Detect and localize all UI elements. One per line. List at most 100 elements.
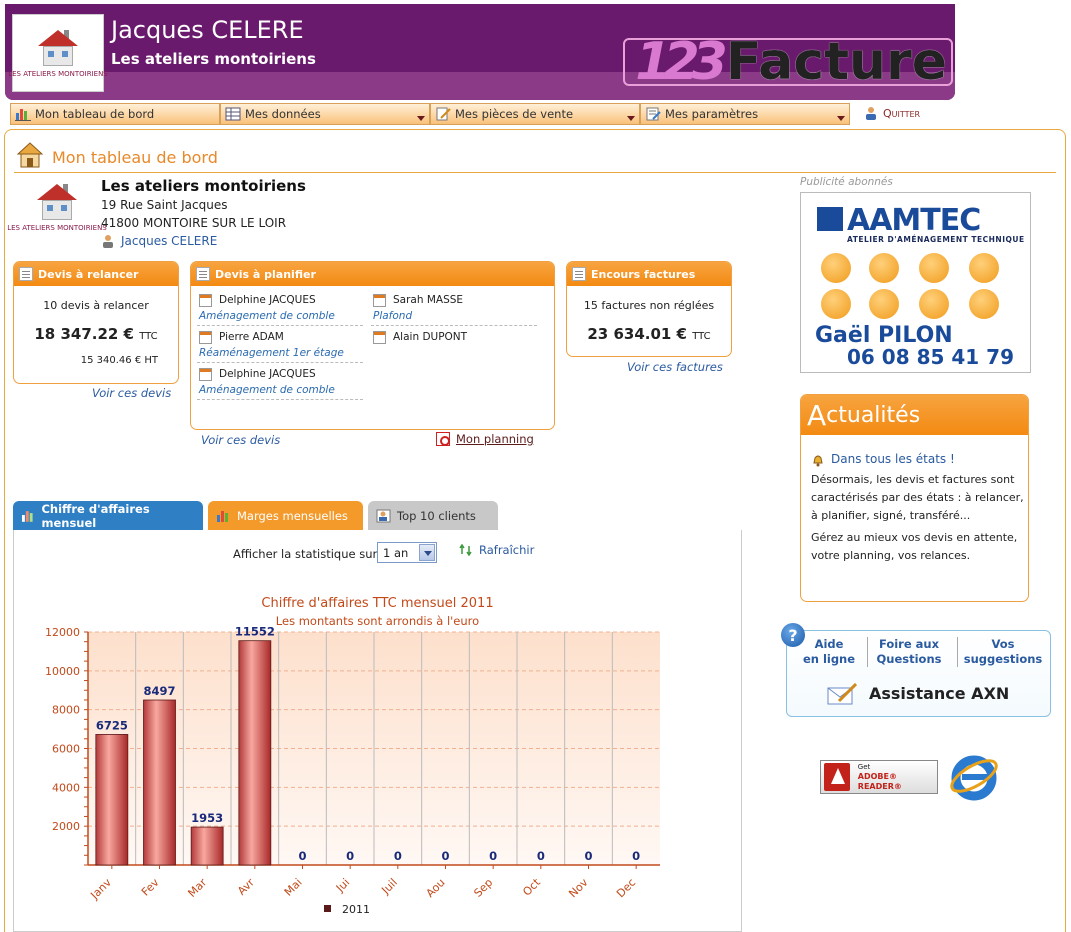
user-icon (103, 235, 113, 248)
legend-label: 2011 (342, 903, 370, 916)
tool-icon (869, 289, 899, 319)
voir-factures-link[interactable]: Voir ces factures (627, 360, 723, 374)
bar-chart-icon (15, 109, 31, 121)
calendar-icon (199, 294, 212, 307)
calendar-icon (373, 331, 386, 344)
company-logo: LES ATELIERS MONTOIRIENS (8, 14, 108, 92)
bathtub-icon (969, 289, 999, 319)
news-header: Actualités (801, 395, 1028, 435)
card-title: Encours factures (591, 267, 696, 281)
card-title: Devis à planifier (215, 267, 316, 281)
door-icon (821, 289, 851, 319)
nav-parametres[interactable]: Mes paramètres (640, 103, 850, 125)
company-user-link[interactable]: Jacques CELERE (101, 234, 217, 248)
x-tick-label: Nov (566, 876, 591, 901)
planifier-desc[interactable]: Aménagement de comble (199, 310, 335, 322)
adobe-reader-badge[interactable]: Get ADOBE® READER® (820, 760, 938, 794)
tab-top-clients[interactable]: Top 10 clients (368, 501, 498, 530)
quit-link[interactable]: Quitter (864, 106, 920, 120)
data-label: 0 (632, 849, 640, 863)
nav-label: Mes pièces de vente (455, 107, 574, 121)
faq-link[interactable]: Foire aux Questions (873, 637, 945, 667)
ad-banner[interactable]: AAMTEC ATELIER D'AMÉNAGEMENT TECHNIQUE G… (800, 192, 1031, 373)
news-box: Actualités Dans tous les états ! Désorma… (800, 394, 1029, 602)
internet-explorer-icon[interactable] (948, 750, 1000, 802)
chart-title: Chiffre d'affaires TTC mensuel 2011 (261, 596, 494, 611)
window-icon (919, 289, 949, 319)
card-devis-relancer: Devis à relancer 10 devis à relancer 18 … (13, 261, 179, 384)
invoice-icon (572, 267, 586, 281)
bar (238, 640, 272, 866)
planifier-desc[interactable]: Aménagement de comble (199, 384, 335, 396)
data-label: 1953 (191, 811, 223, 825)
tab-marges[interactable]: Marges mensuelles (208, 501, 363, 530)
data-label: 0 (394, 849, 402, 863)
aamtec-logo-icon (817, 207, 843, 231)
mon-planning-link[interactable]: Mon planning (436, 432, 534, 446)
planifier-item[interactable]: Alain DUPONT (371, 329, 537, 363)
nav-label: Mes paramètres (665, 107, 759, 121)
planifier-desc[interactable]: Réaménagement 1er étage (199, 347, 344, 359)
planifier-item[interactable]: Delphine JACQUES Aménagement de comble (197, 292, 363, 326)
mail-pen-icon (827, 683, 857, 705)
settings-list-icon (646, 107, 661, 121)
company-logo-small: LES ATELIERS MONTOIRIENS (7, 182, 107, 238)
bell-icon (813, 455, 823, 467)
voir-devis-planifier-link[interactable]: Voir ces devis (201, 433, 280, 447)
y-tick-label: 12000 (45, 626, 80, 639)
data-label: 6725 (96, 718, 128, 732)
tab-label: Marges mensuelles (237, 508, 348, 523)
news-title[interactable]: Dans tous les états ! (831, 452, 955, 466)
y-tick-label: 2000 (52, 820, 80, 833)
refresh-link[interactable]: Rafraîchir (459, 543, 534, 557)
company-user-name: Jacques CELERE (121, 234, 218, 248)
help-online-link[interactable]: Aide en ligne (799, 637, 859, 667)
help-box: ? Aide en ligne Foire aux Questions Vos sug… (781, 623, 1051, 717)
planifier-item[interactable]: Delphine JACQUES Aménagement de comble (197, 366, 363, 400)
data-label: 0 (298, 849, 306, 863)
chevron-down-icon[interactable] (419, 544, 435, 561)
revenue-bar-chart: 2000 4000 6000 8000 10000 12000 6725 Janv 8497 Fe… (45, 625, 660, 916)
adobe-icon (824, 763, 850, 791)
tab-chiffre-affaires[interactable]: Chiffre d'affaires mensuel (13, 501, 203, 530)
card-encours-factures: Encours factures 15 factures non réglées… (566, 261, 732, 357)
bar (143, 699, 176, 866)
voir-devis-relancer-link[interactable]: Voir ces devis (92, 386, 171, 400)
company-name: Les ateliers montoiriens (101, 177, 306, 195)
chevron-down-icon (417, 116, 425, 121)
news-paragraph: Désormais, les devis et factures sont ca… (811, 473, 1024, 522)
period-select[interactable]: 1 an (377, 542, 437, 563)
x-tick-label: Fev (139, 876, 162, 899)
bar-chart-icon (21, 510, 33, 522)
user-icon (866, 107, 876, 120)
x-tick-label: Avr (235, 876, 257, 898)
x-tick-label: Sep (471, 876, 495, 900)
calendar-icon (199, 368, 212, 381)
planifier-item[interactable]: Sarah MASSE Plafond (371, 292, 537, 326)
period-selected: 1 an (383, 545, 409, 560)
data-label: 0 (441, 849, 449, 863)
devis-relancer-ht: 15 340.46 € HT (80, 355, 158, 366)
data-label: 0 (537, 849, 545, 863)
x-tick-label: Janv (87, 876, 114, 903)
adobe-text: Get ADOBE® READER® (857, 762, 902, 791)
chevron-down-icon (627, 116, 635, 121)
planifier-desc[interactable]: Plafond (373, 310, 412, 322)
suggestions-link[interactable]: Vos suggestions (961, 637, 1045, 667)
refresh-icon (459, 544, 472, 556)
divider (867, 637, 868, 667)
bar (95, 734, 129, 866)
nav-pieces-de-vente[interactable]: Mes pièces de vente (430, 103, 640, 125)
divider (957, 637, 958, 667)
stat-period-label: Afficher la statistique sur (233, 547, 378, 561)
brand-logo: 123 Facture (623, 30, 953, 94)
logo-caption: LES ATELIERS MONTOIRIENS (7, 224, 107, 232)
nav-tableau-de-bord[interactable]: Mon tableau de bord (10, 103, 220, 125)
nav-mes-donnees[interactable]: Mes données (220, 103, 430, 125)
chevron-down-icon (837, 116, 845, 121)
tab-label: Chiffre d'affaires mensuel (41, 501, 150, 530)
document-edit-icon (436, 107, 451, 121)
assistance-link[interactable]: Assistance AXN (869, 684, 1009, 703)
bar-chart-icon (217, 510, 228, 522)
planifier-item[interactable]: Pierre ADAM Réaménagement 1er étage (197, 329, 363, 363)
